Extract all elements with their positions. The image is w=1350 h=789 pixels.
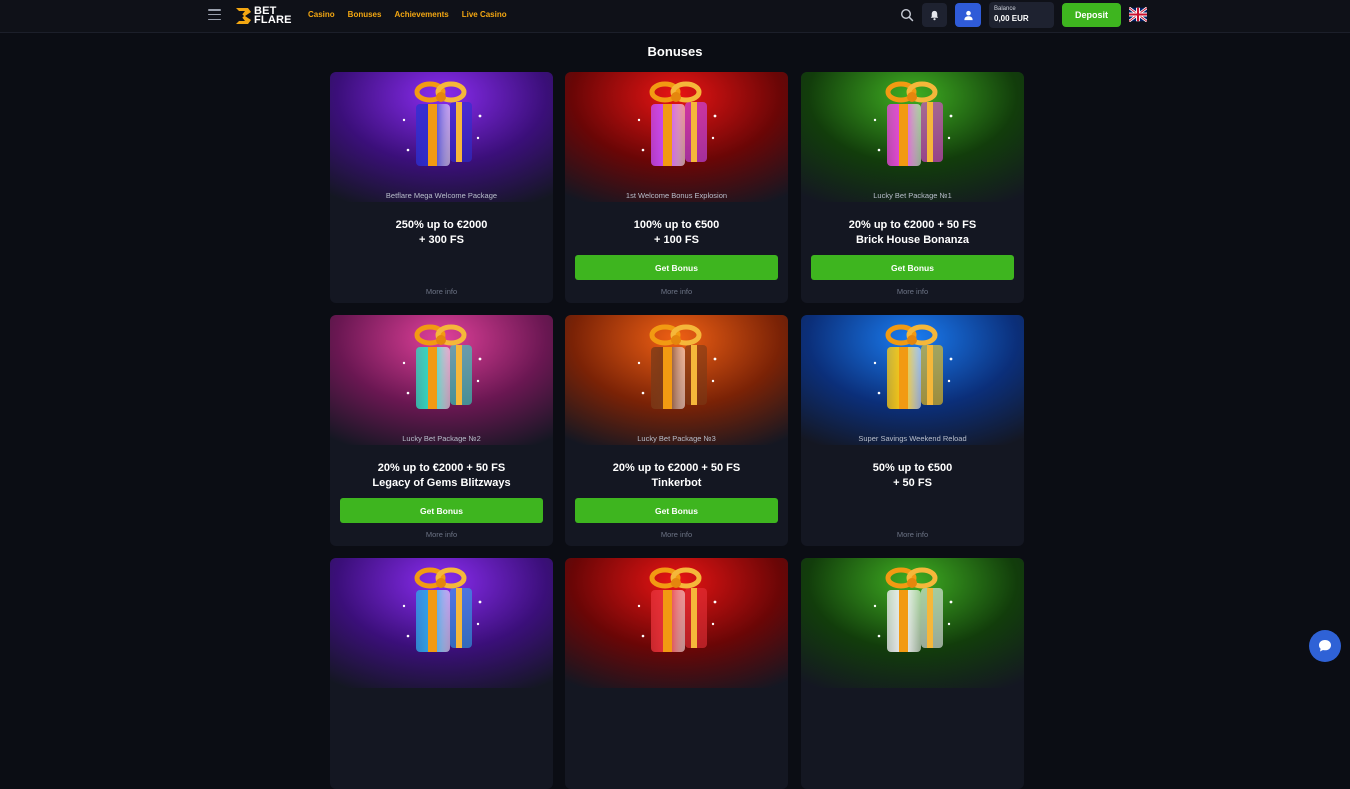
more-info-link[interactable]: More info [565,530,788,539]
user-icon [963,10,973,20]
bonus-card[interactable]: Lucky Bet Package №1 20% up to €2000 + 50… [801,72,1024,303]
gift-box-icon [873,81,953,166]
bonus-name: 1st Welcome Bonus Explosion [625,191,728,200]
gift-box-icon [637,81,717,166]
balance-label: Balance [994,6,1016,12]
main-nav: Casino Bonuses Achievements Live Casino [308,10,520,19]
notifications-button[interactable] [922,3,947,27]
balance-value: 0,00 EUR [994,14,1029,23]
bonus-card[interactable] [801,558,1024,789]
bonus-name: Lucky Bet Package №2 [402,434,481,443]
bonus-offer-line1: 50% up to €500 [872,462,953,474]
bonus-card[interactable]: Lucky Bet Package №2 20% up to €2000 + 50… [330,315,553,546]
bonus-offer: 20% up to €2000 + 50 FS Brick House Bonan… [801,218,1024,248]
get-bonus-button[interactable]: Get Bonus [811,255,1014,280]
bonus-offer-line1: 100% up to €500 [633,219,720,231]
get-bonus-button[interactable]: Get Bonus [575,498,778,523]
bonus-offer: 20% up to €2000 + 50 FS Tinkerbot [565,461,788,491]
bonus-card[interactable] [565,558,788,789]
more-info-link[interactable]: More info [330,530,553,539]
bonus-offer-line2: Tinkerbot [651,477,702,489]
bonus-offer-line2: + 100 FS [654,234,699,246]
deposit-button[interactable]: Deposit [1062,3,1121,27]
bonus-card[interactable]: Super Savings Weekend Reload 50% up to €5… [801,315,1024,546]
bonus-name: Super Savings Weekend Reload [858,434,967,443]
more-info-link[interactable]: More info [330,287,553,296]
bell-icon [930,10,939,20]
gift-box-icon [637,567,717,652]
bonus-name: Lucky Bet Package №1 [873,191,952,200]
flame-logo-icon [236,8,251,24]
bonus-offer-line1: 20% up to €2000 + 50 FS [377,462,506,474]
bonus-offer-line2: Brick House Bonanza [855,234,970,246]
bonus-name: Lucky Bet Package №3 [637,434,716,443]
logo-text-line2: FLARE [254,14,292,26]
bonus-offer: 250% up to €2000 + 300 FS [330,218,553,248]
bonus-offer-line1: 20% up to €2000 + 50 FS [612,462,741,474]
gift-box-icon [637,324,717,409]
more-info-link[interactable]: More info [801,287,1024,296]
nav-live-casino[interactable]: Live Casino [462,10,507,19]
uk-flag-icon[interactable] [1129,7,1147,22]
bonus-offer: 100% up to €500 + 100 FS [565,218,788,248]
bonus-offer-line1: 20% up to €2000 + 50 FS [848,219,977,231]
more-info-link[interactable]: More info [801,530,1024,539]
betflare-logo[interactable]: BET FLARE [234,5,292,27]
bonus-card[interactable]: Betflare Mega Welcome Package 250% up to … [330,72,553,303]
bonus-offer-line2: Legacy of Gems Blitzways [372,477,511,489]
top-header: BET FLARE Casino Bonuses Achievements Li… [0,0,1350,33]
profile-button[interactable] [955,3,981,27]
get-bonus-button[interactable]: Get Bonus [575,255,778,280]
logo-text: BET FLARE [254,5,292,26]
chat-button[interactable] [1309,630,1341,662]
bonus-card[interactable] [330,558,553,789]
balance-box[interactable]: Balance 0,00 EUR [989,2,1054,28]
nav-achievements[interactable]: Achievements [394,10,448,19]
gift-box-icon [402,567,482,652]
page-title: Bonuses [647,44,703,59]
bonus-offer: 50% up to €500 + 50 FS [801,461,1024,491]
bonus-offer-line2: + 50 FS [893,477,932,489]
gift-box-icon [402,81,482,166]
gift-box-icon [402,324,482,409]
menu-icon[interactable] [208,9,221,20]
search-icon[interactable] [900,8,914,22]
bonus-offer-line2: + 300 FS [419,234,464,246]
get-bonus-button[interactable]: Get Bonus [340,498,543,523]
nav-bonuses[interactable]: Bonuses [348,10,382,19]
chat-icon [1319,640,1331,652]
bonus-name: Betflare Mega Welcome Package [385,191,498,200]
gift-box-icon [873,567,953,652]
more-info-link[interactable]: More info [565,287,788,296]
bonus-offer-line1: 250% up to €2000 [395,219,488,231]
bonus-card[interactable]: 1st Welcome Bonus Explosion 100% up to €5… [565,72,788,303]
nav-casino[interactable]: Casino [308,10,335,19]
bonus-card[interactable]: Lucky Bet Package №3 20% up to €2000 + 50… [565,315,788,546]
gift-box-icon [873,324,953,409]
bonus-offer: 20% up to €2000 + 50 FS Legacy of Gems Bl… [330,461,553,491]
